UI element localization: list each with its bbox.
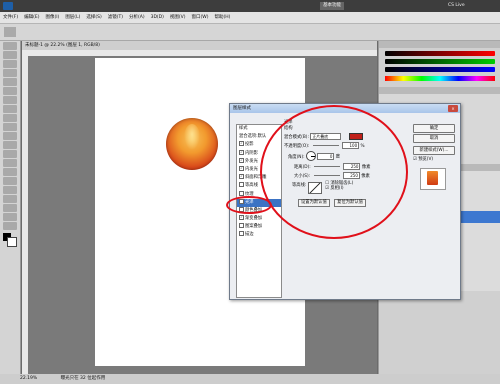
style-list-label: 等高线 bbox=[245, 183, 258, 189]
ps-logo bbox=[3, 2, 13, 10]
style-list-label: 内发光 bbox=[245, 166, 258, 172]
style-checkbox[interactable] bbox=[239, 231, 244, 237]
style-checkbox[interactable] bbox=[239, 182, 244, 188]
spectrum-bar[interactable] bbox=[385, 76, 495, 81]
blur-tool-icon[interactable] bbox=[3, 150, 17, 158]
hand-tool-icon[interactable] bbox=[3, 213, 17, 221]
shape-tool-icon[interactable] bbox=[3, 195, 17, 203]
annotation-ellipse-list-item bbox=[226, 196, 272, 214]
style-preview-swatch bbox=[427, 171, 438, 185]
close-icon[interactable]: × bbox=[448, 105, 458, 112]
style-list-label: 渐变叠加 bbox=[245, 216, 263, 222]
style-list-label: 图案叠加 bbox=[245, 224, 263, 230]
style-checkbox[interactable]: ✓ bbox=[239, 174, 244, 180]
menu-help[interactable]: 帮助(H) bbox=[211, 12, 233, 23]
stamp-tool-icon[interactable] bbox=[3, 114, 17, 122]
background-color-swatch[interactable] bbox=[7, 237, 17, 247]
style-checkbox[interactable]: ✓ bbox=[239, 149, 244, 155]
orb-highlight bbox=[184, 124, 200, 150]
app-title-bar: 基本功能 CS Live bbox=[0, 0, 500, 12]
options-bar bbox=[0, 24, 500, 41]
style-list-item[interactable]: 描边 bbox=[237, 231, 281, 239]
style-list-label: 样式 bbox=[239, 126, 248, 131]
3d-rotate-icon[interactable] bbox=[3, 204, 17, 212]
menu-select[interactable]: 选择(S) bbox=[83, 12, 104, 23]
adjustments-panel-tab[interactable] bbox=[379, 87, 500, 94]
menu-edit[interactable]: 编辑(E) bbox=[21, 12, 42, 23]
menu-bar: 文件(F) 编辑(E) 图像(I) 图层(L) 选择(S) 滤镜(T) 分析(A) 3D(D)… bbox=[0, 12, 500, 24]
lasso-tool-icon[interactable] bbox=[3, 60, 17, 68]
style-checkbox[interactable]: ✓ bbox=[239, 157, 244, 163]
path-select-icon[interactable] bbox=[3, 186, 17, 194]
style-checkbox[interactable] bbox=[239, 223, 244, 229]
menu-filter[interactable]: 滤镜(T) bbox=[105, 12, 126, 23]
annotation-ellipse-settings bbox=[260, 105, 408, 239]
style-list-item[interactable]: 图案叠加 bbox=[237, 223, 281, 231]
crop-tool-icon[interactable] bbox=[3, 78, 17, 86]
red-slider[interactable] bbox=[385, 51, 495, 56]
workspace-button[interactable]: 基本功能 bbox=[320, 2, 344, 10]
eyedropper-icon[interactable] bbox=[3, 87, 17, 95]
preview-checkbox[interactable]: ☑ 预览(V) bbox=[413, 156, 433, 162]
zoom-tool-icon[interactable] bbox=[3, 222, 17, 230]
style-checkbox[interactable]: ✓ bbox=[239, 215, 244, 221]
menu-file[interactable]: 文件(F) bbox=[0, 12, 21, 23]
status-bar: 22.19% 曝光只在 32 位起作用 bbox=[0, 374, 500, 384]
document-tab[interactable]: 未标题-1 @ 22.2% (图层 1, RGB/8) bbox=[22, 41, 377, 50]
color-panel-tab[interactable] bbox=[379, 41, 500, 48]
cancel-button[interactable]: 取消 bbox=[413, 134, 455, 143]
tool-preset-icon[interactable] bbox=[4, 27, 16, 37]
style-checkbox[interactable]: ✓ bbox=[239, 141, 244, 147]
type-tool-icon[interactable] bbox=[3, 177, 17, 185]
pen-tool-icon[interactable] bbox=[3, 168, 17, 176]
gradient-tool-icon[interactable] bbox=[3, 141, 17, 149]
brush-tool-icon[interactable] bbox=[3, 105, 17, 113]
menu-layer[interactable]: 图层(L) bbox=[62, 12, 83, 23]
layer-row-selected[interactable] bbox=[461, 211, 500, 223]
tools-panel bbox=[0, 41, 21, 374]
blue-slider[interactable] bbox=[385, 67, 495, 72]
preview-label: 预览(V) bbox=[418, 157, 434, 162]
menu-view[interactable]: 视图(V) bbox=[167, 12, 189, 23]
eraser-tool-icon[interactable] bbox=[3, 132, 17, 140]
ok-button[interactable]: 确定 bbox=[413, 124, 455, 133]
style-list-label: 外发光 bbox=[245, 158, 258, 164]
menu-3d[interactable]: 3D(D) bbox=[148, 12, 167, 23]
green-slider[interactable] bbox=[385, 59, 495, 64]
style-list-label: 混合选项:默认 bbox=[239, 134, 267, 140]
history-brush-icon[interactable] bbox=[3, 123, 17, 131]
style-checkbox[interactable] bbox=[239, 190, 244, 196]
style-checkbox[interactable]: ✓ bbox=[239, 165, 244, 171]
zoom-level[interactable]: 22.19% bbox=[20, 376, 37, 381]
dodge-tool-icon[interactable] bbox=[3, 159, 17, 167]
healing-brush-icon[interactable] bbox=[3, 96, 17, 104]
status-text: 曝光只在 32 位起作用 bbox=[60, 376, 106, 381]
marquee-tool-icon[interactable] bbox=[3, 51, 17, 59]
menu-window[interactable]: 窗口(W) bbox=[188, 12, 211, 23]
cslive-button[interactable]: CS Live bbox=[448, 2, 465, 10]
magic-wand-icon[interactable] bbox=[3, 69, 17, 77]
menu-analysis[interactable]: 分析(A) bbox=[126, 12, 148, 23]
style-list-label: 投影 bbox=[245, 142, 254, 148]
style-list-label: 描边 bbox=[245, 232, 254, 238]
menu-image[interactable]: 图像(I) bbox=[42, 12, 62, 23]
style-list-label: 内阴影 bbox=[245, 150, 258, 156]
new-style-button[interactable]: 新建样式(W)... bbox=[413, 146, 455, 155]
style-list-item[interactable]: ✓ 渐变叠加 bbox=[237, 215, 281, 223]
move-tool-icon[interactable] bbox=[3, 42, 17, 50]
